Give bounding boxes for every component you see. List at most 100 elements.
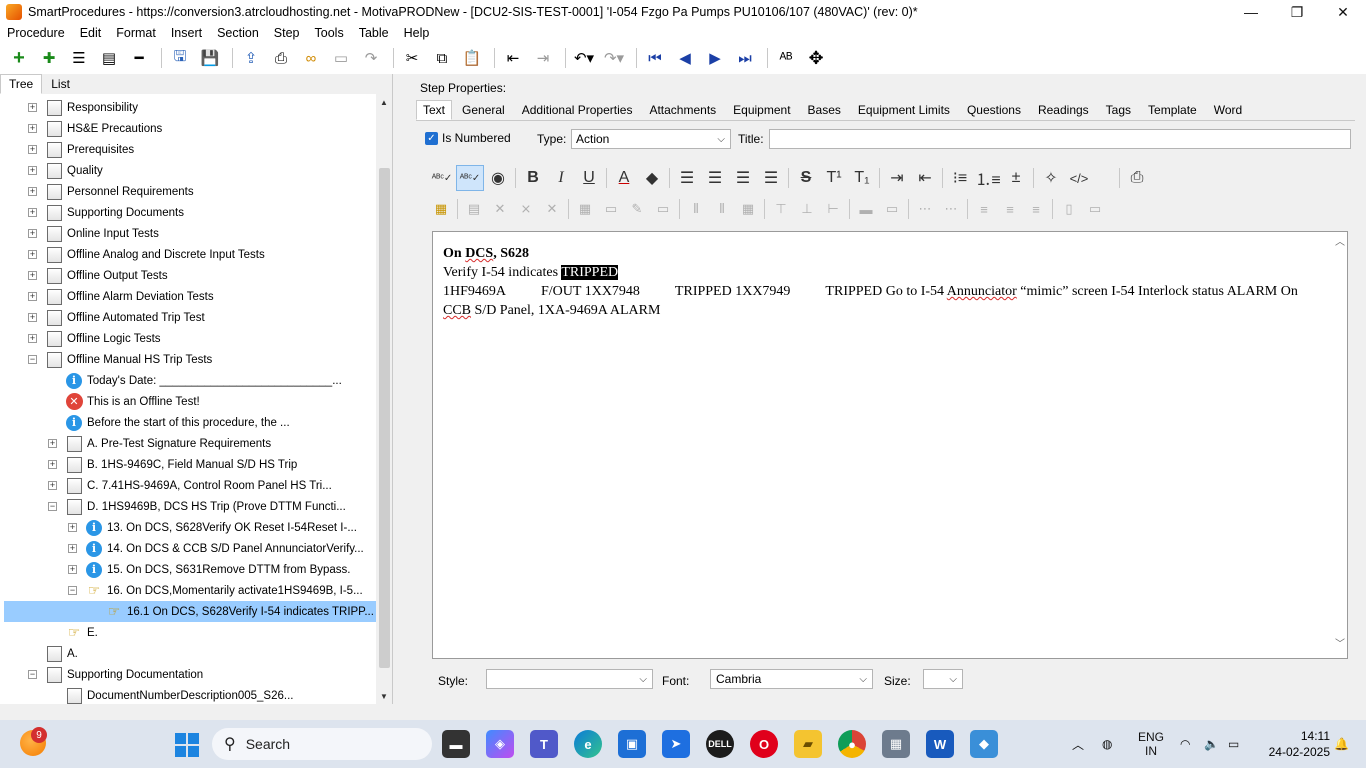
menu-step[interactable]: Step [274,26,300,40]
remove-icon[interactable]: ━ [126,45,152,71]
tree-node[interactable]: i Before the start of this procedure, the… [48,412,290,433]
minimize-button[interactable]: — [1228,0,1274,24]
tab-text[interactable]: Text [416,100,453,120]
tree-node[interactable]: A. [28,643,78,664]
tree-node[interactable]: + Offline Alarm Deviation Tests [28,286,214,307]
cell-props-icon[interactable]: ▭ [598,198,624,220]
menu-procedure[interactable]: Procedure [7,26,65,40]
italic-icon[interactable]: I [547,165,575,191]
numbered-list-icon[interactable]: ⒈≡ [974,165,1002,191]
expand-icon[interactable]: + [28,145,37,154]
collapse-icon[interactable]: − [28,670,37,679]
menu-table[interactable]: Table [359,26,389,40]
align-center-icon[interactable]: ☰ [701,165,729,191]
close-button[interactable]: ✕ [1320,0,1366,24]
scroll-down-icon[interactable]: ▼ [376,688,392,704]
previous-icon[interactable]: ◀ [672,45,698,71]
store-icon[interactable]: ▣ [618,730,646,758]
tree-node[interactable]: + i 15. On DCS, S631Remove DTTM from Bypas… [68,559,351,580]
tree-node[interactable]: DocumentNumberDescription005_S26... [48,685,293,704]
color-wheel-icon[interactable]: ◉ [484,165,512,191]
dell-icon[interactable]: DELL [706,730,734,758]
col-width-icon[interactable]: ⋯ [938,198,964,220]
tree-node[interactable]: − Offline Manual HS Trip Tests [28,349,212,370]
magic-wand-icon[interactable]: ✧ [1037,165,1065,191]
terminal-icon[interactable]: ▬ [442,730,470,758]
language-indicator[interactable]: ENG IN [1138,720,1164,768]
battery-icon[interactable]: ▭ [1228,720,1239,768]
tree-node[interactable]: − Supporting Documentation [28,664,203,685]
tab-tags[interactable]: Tags [1099,100,1138,120]
tab-general[interactable]: General [455,100,512,120]
horizontal-text-icon[interactable]: ▭ [1082,198,1108,220]
tab-word[interactable]: Word [1207,100,1249,120]
insert-col-left-icon[interactable]: ⫴ [683,198,709,220]
tree-node[interactable]: + B. 1HS-9469C, Field Manual S/D HS Trip [48,454,297,475]
decrease-indent-icon[interactable]: ⇤ [911,165,939,191]
tree-node[interactable]: + Supporting Documents [28,202,184,223]
insert-col-right-icon[interactable]: ⫴ [709,198,735,220]
align-right-icon[interactable]: ☰ [729,165,757,191]
indent-icon[interactable]: ⇤ [500,45,526,71]
tree-node-selected[interactable]: ☞ 16.1 On DCS, S628Verify I-54 indicates … [4,601,376,622]
cut-icon[interactable]: ✂ [399,45,425,71]
superscript-icon[interactable]: T¹ [820,165,848,191]
opera-icon[interactable]: O [750,730,778,758]
menu-edit[interactable]: Edit [80,26,102,40]
cell-edit-icon[interactable]: ✎ [624,198,650,220]
is-numbered-checkbox[interactable]: ✓ Is Numbered [425,131,511,145]
calculator-app-icon[interactable]: ▦ [882,730,910,758]
frame-icon[interactable]: ▭ [328,45,354,71]
procedure-tree[interactable]: + Responsibility + HS&E Precautions + Prerequ… [0,96,376,704]
menu-help[interactable]: Help [404,26,430,40]
collapse-icon[interactable]: − [68,586,77,595]
menu-section[interactable]: Section [217,26,259,40]
type-select[interactable]: Action ⌵ [571,129,731,149]
delete-row-icon[interactable]: ⨯ [513,198,539,220]
spellcheck-icon[interactable]: ᴬᴮᶜ✓ [428,165,456,191]
copilot-icon[interactable]: ◈ [486,730,514,758]
list-icon[interactable]: ☰ [66,45,92,71]
expand-icon[interactable]: + [68,523,77,532]
tree-node[interactable]: + i 14. On DCS & CCB S/D Panel Annunciator… [68,538,364,559]
cell-style-icon[interactable]: ▭ [650,198,676,220]
expand-icon[interactable]: + [28,250,37,259]
font-color-icon[interactable]: A [610,165,638,191]
title-input[interactable] [769,129,1351,149]
tab-equipment[interactable]: Equipment [726,100,797,120]
strikethrough-icon[interactable]: S [792,165,820,191]
insert-row-below-icon[interactable]: ⊥ [794,198,820,220]
expand-icon[interactable]: + [28,229,37,238]
first-icon[interactable]: ⏮ [642,45,668,71]
collapse-icon[interactable]: − [48,502,57,511]
expand-icon[interactable]: + [28,166,37,175]
file-explorer-icon[interactable]: ▰ [794,730,822,758]
valign-middle-icon[interactable]: ≡ [997,198,1023,220]
add-icon[interactable]: + [6,45,32,71]
valign-bottom-icon[interactable]: ≡ [1023,198,1049,220]
bold-icon[interactable]: B [519,165,547,191]
tree-node[interactable]: + Prerequisites [28,139,134,160]
editor-scrollbar[interactable]: ︿ ﹀ [1333,232,1347,658]
clock[interactable]: 14:11 24-02-2025 [1269,728,1330,760]
size-select[interactable]: ⌵ [923,669,963,689]
tree-node[interactable]: + C. 7.41HS-9469A, Control Room Panel HS … [48,475,332,496]
tree-node[interactable]: + Offline Analog and Discrete Input Tests [28,244,265,265]
tree-node[interactable]: + i 13. On DCS, S628Verify OK Reset I-54Re… [68,517,357,538]
tab-equipment-limits[interactable]: Equipment Limits [851,100,957,120]
tree-node[interactable]: − D. 1HS9469B, DCS HS Trip (Prove DTTM Fu… [48,496,346,517]
tree-node[interactable]: + Offline Automated Trip Test [28,307,205,328]
expand-icon[interactable]: + [28,103,37,112]
network-app-icon[interactable]: ◍ [1102,720,1112,768]
delete-table-icon[interactable]: ✕ [487,198,513,220]
menu-format[interactable]: Format [116,26,156,40]
outdent-icon[interactable]: ⇥ [530,45,556,71]
align-left-icon[interactable]: ☰ [673,165,701,191]
auto-spellcheck-icon[interactable]: ᴬᴮᶜ✓ [456,165,484,191]
expand-icon[interactable]: + [48,439,57,448]
tab-tree[interactable]: Tree [0,74,43,94]
expand-icon[interactable]: + [68,544,77,553]
tree-node[interactable]: + Offline Output Tests [28,265,168,286]
list-detail-icon[interactable]: ▤ [96,45,122,71]
menu-insert[interactable]: Insert [171,26,202,40]
